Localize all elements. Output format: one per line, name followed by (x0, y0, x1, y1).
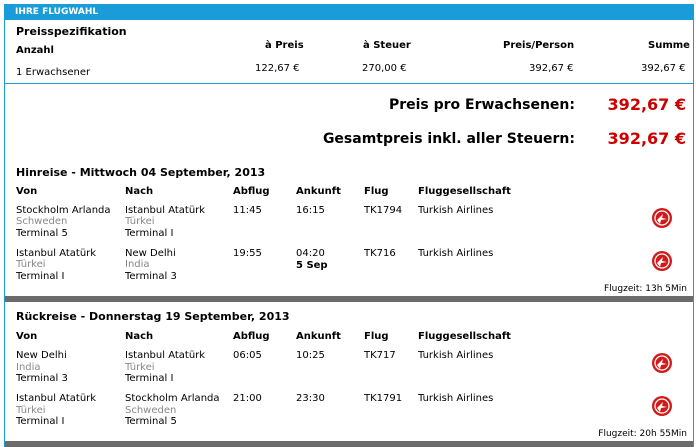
col-sum-header: Summe (648, 40, 690, 51)
price-section-title: Preisspezifikation (16, 25, 127, 38)
from-country: Türkei (16, 259, 46, 270)
col-departure-header: Abflug (233, 331, 270, 342)
from-country: Schweden (16, 216, 68, 227)
to-country: Schweden (125, 405, 177, 416)
outbound-duration: Flugzeit: 13h 5Min (604, 284, 687, 294)
from-country: Türkei (16, 405, 46, 416)
col-flight-header: Flug (364, 331, 389, 342)
col-count-header: Anzahl (16, 45, 54, 56)
from-terminal: Terminal 3 (16, 373, 68, 384)
return-duration: Flugzeit: 20h 55Min (598, 429, 687, 439)
to-terminal: Terminal I (125, 228, 174, 239)
flight-selection-panel: IHRE FLUGWAHL Preisspezifikation Anzahl … (4, 4, 694, 447)
col-flight-header: Flug (364, 186, 389, 197)
panel-title: IHRE FLUGWAHL (15, 7, 99, 17)
airline-name: Turkish Airlines (418, 248, 494, 259)
price-per-adult-label: Preis pro Erwachsenen: (388, 97, 575, 113)
col-person-price-header: Preis/Person (503, 40, 575, 51)
from-airport: New Delhi (16, 350, 67, 361)
from-terminal: Terminal 5 (16, 228, 68, 239)
departure-time: 11:45 (233, 205, 262, 216)
col-from-header: Von (16, 186, 38, 197)
price-per-adult-value: 392,67 € (607, 95, 686, 114)
to-airport: New Delhi (125, 248, 176, 259)
col-to-header: Nach (125, 186, 154, 197)
unit-price-value: 122,67 € (255, 63, 300, 74)
total-price-label: Gesamtpreis inkl. aller Steuern: (322, 131, 575, 147)
from-airport: Istanbul Atatürk (16, 248, 97, 259)
to-country: Türkei (125, 362, 155, 373)
person-price-value: 392,67 € (529, 63, 574, 74)
col-from-header: Von (16, 331, 38, 342)
divider (5, 83, 693, 84)
flight-number: TK716 (364, 248, 396, 259)
to-airport: Istanbul Atatürk (125, 350, 206, 361)
turkish-airlines-logo-icon (652, 353, 672, 373)
return-title: Rückreise - Donnerstag 19 September, 201… (16, 310, 290, 323)
panel-header: IHRE FLUGWAHL (5, 5, 693, 20)
col-departure-header: Abflug (233, 186, 270, 197)
from-airport: Istanbul Atatürk (16, 393, 97, 404)
arrival-time: 23:30 (296, 393, 325, 404)
turkish-airlines-logo-icon (652, 396, 672, 416)
col-airline-header: Fluggesellschaft (418, 331, 511, 342)
col-arrival-header: Ankunft (296, 186, 341, 197)
flight-number: TK1791 (364, 393, 403, 404)
passenger-count: 1 Erwachsener (16, 67, 91, 78)
to-airport: Stockholm Arlanda (125, 393, 220, 404)
airline-name: Turkish Airlines (418, 205, 494, 216)
from-country: India (16, 362, 41, 373)
outbound-title: Hinreise - Mittwoch 04 September, 2013 (16, 166, 266, 179)
total-price-value: 392,67 € (607, 129, 686, 148)
arrival-time: 10:25 (296, 350, 325, 361)
col-airline-header: Fluggesellschaft (418, 186, 511, 197)
turkish-airlines-logo-icon (652, 251, 672, 271)
flight-number: TK1794 (364, 205, 403, 216)
from-terminal: Terminal I (16, 271, 65, 282)
arrival-time: 04:20 (296, 248, 325, 259)
to-country: Türkei (125, 216, 155, 227)
arrival-time: 16:15 (296, 205, 325, 216)
arrival-date-note: 5 Sep (296, 260, 328, 271)
sum-value: 392,67 € (641, 63, 686, 74)
departure-time: 21:00 (233, 393, 262, 404)
to-terminal: Terminal I (125, 373, 174, 384)
departure-time: 19:55 (233, 248, 262, 259)
from-terminal: Terminal I (16, 416, 65, 427)
col-tax-header: à Steuer (363, 40, 411, 51)
col-arrival-header: Ankunft (296, 331, 341, 342)
flight-number: TK717 (364, 350, 396, 361)
to-terminal: Terminal 5 (125, 416, 177, 427)
col-unit-price-header: à Preis (265, 40, 304, 51)
from-airport: Stockholm Arlanda (16, 205, 111, 216)
tax-value: 270,00 € (362, 63, 407, 74)
to-country: India (125, 259, 150, 270)
section-separator (5, 441, 693, 447)
to-terminal: Terminal 3 (125, 271, 177, 282)
departure-time: 06:05 (233, 350, 262, 361)
to-airport: Istanbul Atatürk (125, 205, 206, 216)
section-separator (5, 296, 693, 302)
turkish-airlines-logo-icon (652, 208, 672, 228)
col-to-header: Nach (125, 331, 154, 342)
airline-name: Turkish Airlines (418, 393, 494, 404)
airline-name: Turkish Airlines (418, 350, 494, 361)
